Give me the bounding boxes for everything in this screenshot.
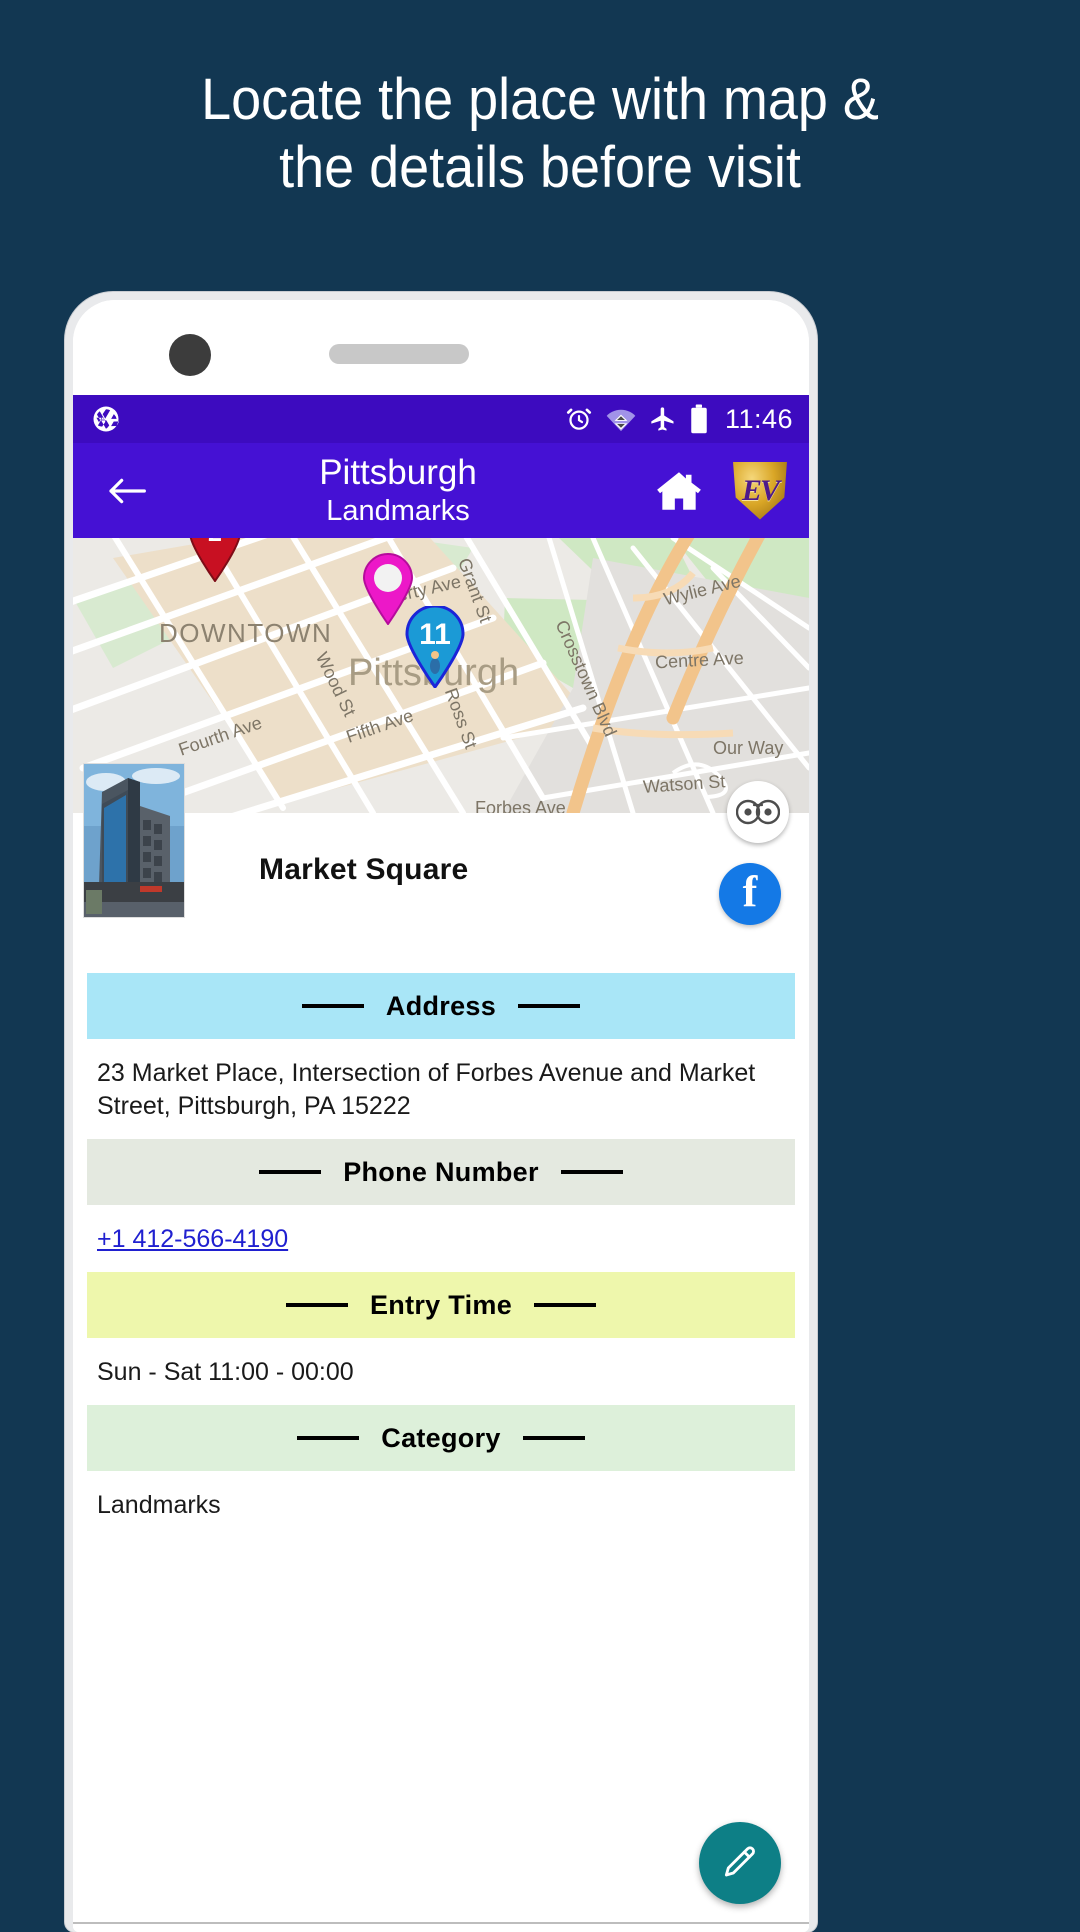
phone-number-link[interactable]: +1 412-566-4190 <box>73 1205 809 1272</box>
rule-right <box>522 1436 585 1440</box>
section-phone-number: Phone Number +1 412-566-4190 <box>73 1139 809 1272</box>
app-bar: Pittsburgh Landmarks EV <box>73 443 809 538</box>
home-icon[interactable] <box>651 466 707 516</box>
place-header: Market Square f <box>73 763 809 973</box>
phone-screen-container: 11:46 Pittsburgh Landmarks EV Liberty Av… <box>73 300 809 1932</box>
ev-logo-text: EV <box>741 473 780 507</box>
section-header-phone-number: Phone Number <box>87 1139 795 1205</box>
navigation-bar <box>73 1922 809 1932</box>
airplane-mode-icon <box>649 405 677 433</box>
place-thumbnail[interactable] <box>83 763 185 918</box>
app-bar-titles: Pittsburgh Landmarks <box>145 453 651 529</box>
rule-left <box>259 1170 322 1174</box>
promo-headline-line-2: the details before visit <box>279 135 801 200</box>
status-bar: 11:46 <box>73 395 809 443</box>
facebook-icon: f <box>742 867 758 916</box>
tripadvisor-icon <box>736 799 780 825</box>
aperture-icon <box>91 404 121 434</box>
section-header-address: Address <box>87 973 795 1039</box>
app-screen: 11:46 Pittsburgh Landmarks EV Liberty Av… <box>73 395 809 1932</box>
facebook-button[interactable]: f <box>719 863 781 925</box>
edit-button[interactable] <box>699 1822 781 1904</box>
ev-logo-icon[interactable]: EV <box>733 461 787 520</box>
section-value-address: 23 Market Place, Intersection of Forbes … <box>97 1059 756 1120</box>
app-bar-actions: EV <box>651 461 787 520</box>
section-title: Phone Number <box>343 1156 539 1187</box>
section-header-category: Category <box>87 1405 795 1471</box>
page-title: Pittsburgh <box>319 452 477 492</box>
map-label-forbes-ave: Forbes Ave <box>475 798 566 813</box>
front-camera-icon <box>169 334 211 376</box>
rule-left <box>285 1303 348 1307</box>
section-title: Address <box>385 990 497 1021</box>
section-value-entry-time: Sun - Sat 11:00 - 00:00 <box>97 1358 354 1386</box>
detail-sections: Address 23 Market Place, Intersection of… <box>73 973 809 1538</box>
promo-headline-line-1: Locate the place with map & <box>201 67 879 132</box>
phone-bezel-top <box>73 300 809 395</box>
pencil-icon <box>724 1846 755 1877</box>
map-label-downtown: DOWNTOWN <box>159 618 333 648</box>
rule-right <box>560 1170 623 1174</box>
map-label-our-way: Our Way <box>713 738 784 758</box>
map-marker-11-label: 11 <box>419 618 451 651</box>
back-arrow-icon <box>107 476 147 506</box>
battery-icon <box>690 404 708 434</box>
wifi-icon <box>606 406 636 432</box>
section-category: Category Landmarks <box>73 1405 809 1538</box>
section-address: Address 23 Market Place, Intersection of… <box>73 973 809 1139</box>
rule-left <box>297 1436 360 1440</box>
earpiece-speaker <box>329 344 469 364</box>
section-title: Category <box>381 1422 501 1453</box>
status-bar-icons: 11:46 <box>565 404 793 435</box>
alarm-icon <box>565 405 593 433</box>
map-marker-2-label: 2 <box>208 538 222 547</box>
rule-left <box>301 1004 364 1008</box>
section-value-category: Landmarks <box>97 1491 221 1519</box>
phone-mockup: 11:46 Pittsburgh Landmarks EV Liberty Av… <box>65 292 817 1932</box>
section-title: Entry Time <box>369 1289 513 1320</box>
rule-right <box>534 1303 597 1307</box>
section-header-entry-time: Entry Time <box>87 1272 795 1338</box>
section-entry-time: Entry Time Sun - Sat 11:00 - 00:00 <box>73 1272 809 1405</box>
place-name: Market Square <box>259 853 469 886</box>
promo-headline: Locate the place with map & the details … <box>38 66 1042 202</box>
page-subtitle: Landmarks <box>326 494 470 527</box>
tripadvisor-button[interactable] <box>727 781 789 843</box>
building-photo <box>84 764 184 917</box>
status-bar-clock: 11:46 <box>724 403 793 434</box>
rule-right <box>518 1004 581 1008</box>
